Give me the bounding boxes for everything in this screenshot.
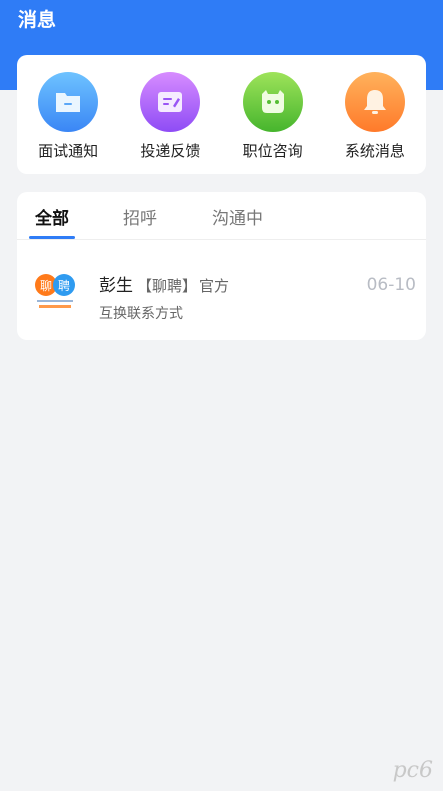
avatar-char-2: 聘 bbox=[58, 279, 70, 293]
quick-action-interview-notice[interactable]: 面试通知 bbox=[23, 72, 113, 161]
sender-name: 彭生 bbox=[99, 276, 133, 296]
message-preview: 互换联系方式 bbox=[99, 306, 183, 322]
quick-action-delivery-feedback[interactable]: 投递反馈 bbox=[125, 72, 215, 161]
message-sender: 彭生 【聊聘】 官方 bbox=[99, 271, 229, 296]
bell-icon bbox=[344, 72, 405, 132]
quick-actions-card: 面试通知 投递反馈 职位咨询 系统消息 bbox=[17, 55, 426, 174]
active-tab-indicator bbox=[29, 236, 75, 239]
page-title: 消息 bbox=[18, 9, 57, 31]
avatar: 聊 聘 bbox=[33, 269, 77, 313]
quick-action-label: 职位咨询 bbox=[242, 142, 303, 160]
chat-face-icon bbox=[242, 72, 303, 132]
tab-in-communication[interactable]: 沟通中 bbox=[212, 204, 263, 229]
messages-card: 全部 招呼 沟通中 聊 聘 彭生 【聊聘】 官方 互换联系方式 06-10 bbox=[17, 192, 426, 340]
quick-action-label: 面试通知 bbox=[38, 142, 99, 160]
official-label: 官方 bbox=[199, 277, 230, 295]
message-date: 06-10 bbox=[366, 275, 416, 295]
quick-action-label: 投递反馈 bbox=[140, 142, 201, 160]
quick-action-label: 系统消息 bbox=[344, 142, 405, 160]
watermark-logo: pc6 bbox=[392, 758, 433, 783]
message-tabs: 全部 招呼 沟通中 bbox=[17, 192, 426, 240]
folder-icon bbox=[38, 72, 99, 132]
message-row[interactable]: 聊 聘 彭生 【聊聘】 官方 互换联系方式 06-10 bbox=[17, 241, 426, 337]
sender-tag: 【聊聘】 bbox=[137, 277, 198, 295]
quick-action-job-consult[interactable]: 职位咨询 bbox=[228, 72, 318, 161]
tab-greetings[interactable]: 招呼 bbox=[123, 204, 157, 229]
avatar-char-1: 聊 bbox=[40, 279, 52, 293]
tab-all[interactable]: 全部 bbox=[35, 204, 69, 229]
feedback-icon bbox=[140, 72, 201, 132]
quick-action-system-message[interactable]: 系统消息 bbox=[330, 72, 420, 161]
